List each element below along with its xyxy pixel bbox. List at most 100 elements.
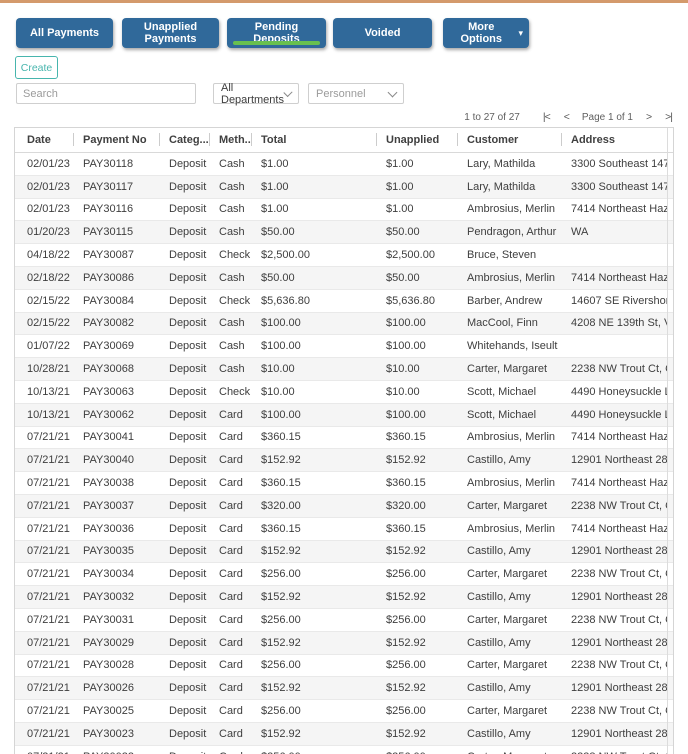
cell-unapplied: $1.00 bbox=[386, 203, 414, 216]
cell-date: 07/21/21 bbox=[27, 727, 70, 740]
tab-more-options[interactable]: More Options ▾ bbox=[443, 18, 529, 48]
cell-total: $152.92 bbox=[261, 545, 301, 558]
cell-unapplied: $152.92 bbox=[386, 545, 426, 558]
table-row[interactable]: 02/15/22 PAY30082 Deposit Cash $100.00 $100.0… bbox=[15, 312, 673, 336]
cell-customer: Castillo, Amy bbox=[467, 682, 531, 695]
table-row[interactable]: 07/21/21PAY30022DepositCard$256.00$256.0… bbox=[15, 746, 673, 754]
cell-category: Deposit bbox=[169, 226, 207, 239]
cell-address: 2238 NW Trout Ct, Ca... bbox=[561, 751, 668, 754]
search-input[interactable] bbox=[16, 83, 196, 104]
column-header-date[interactable]: Date bbox=[15, 128, 73, 152]
table-row[interactable]: 02/01/23 PAY30116 Deposit Cash $1.00 $1.00 Amb… bbox=[15, 199, 673, 222]
tab-all-payments[interactable]: All Payments bbox=[16, 18, 113, 48]
cell-date: 01/20/23 bbox=[27, 226, 70, 239]
cell-unapplied: $2,500.00 bbox=[386, 249, 435, 262]
column-header-method[interactable]: Meth... bbox=[209, 128, 251, 152]
cell-category: Deposit bbox=[169, 591, 207, 604]
previous-page-icon[interactable]: < bbox=[557, 111, 576, 123]
cell-category: Deposit bbox=[169, 568, 207, 581]
column-header-total[interactable]: Total bbox=[251, 128, 376, 152]
cell-address: 2238 NW Trout Ct, Ca... bbox=[571, 363, 668, 376]
cell-category: Deposit bbox=[169, 431, 207, 444]
table-row[interactable]: 07/21/21 PAY30025 Deposit Card $256.00 $256.0… bbox=[15, 700, 673, 723]
table-row[interactable]: 10/28/21 PAY30068 Deposit Cash $10.00 $10.00 C… bbox=[15, 358, 673, 381]
cell-unapplied: $100.00 bbox=[386, 408, 426, 421]
cell-category: Deposit bbox=[169, 203, 207, 216]
department-select[interactable]: All Departments bbox=[213, 82, 299, 106]
table-row[interactable]: 10/13/21 PAY30063 Deposit Check $10.00 $10.00… bbox=[15, 381, 673, 404]
tab-unapplied-payments[interactable]: Unapplied Payments bbox=[122, 18, 219, 48]
cell-date: 10/13/21 bbox=[27, 408, 70, 421]
create-button[interactable]: Create bbox=[15, 56, 58, 79]
next-page-icon[interactable]: > bbox=[639, 111, 658, 123]
last-page-icon[interactable]: >| bbox=[658, 111, 679, 123]
cell-date: 07/21/21 bbox=[27, 659, 70, 672]
tab-voided[interactable]: Voided bbox=[333, 18, 432, 48]
cell-date: 07/21/21 bbox=[27, 568, 70, 581]
cell-address: 12901 Northeast 28th... bbox=[571, 682, 668, 695]
cell-method: Cash bbox=[219, 203, 245, 216]
cell-total: $152.92 bbox=[261, 682, 301, 695]
table-row[interactable]: 02/01/23 PAY30117 Deposit Cash $1.00 $1.00 Lar… bbox=[15, 175, 673, 199]
cell-payment-no: PAY30063 bbox=[83, 385, 134, 398]
table-row[interactable]: 07/21/21 PAY30038 Deposit Card $360.15 $360.1… bbox=[15, 472, 673, 495]
cell-date: 10/13/21 bbox=[27, 385, 70, 398]
cell-payment-no: PAY30029 bbox=[83, 636, 134, 649]
table-row[interactable]: 07/21/21 PAY30028 Deposit Card $256.00 $256.0… bbox=[15, 655, 673, 678]
cell-method: Card bbox=[219, 705, 243, 718]
cell-unapplied: $10.00 bbox=[386, 363, 420, 376]
column-header-customer[interactable]: Customer bbox=[457, 128, 561, 152]
cell-category: Deposit bbox=[169, 249, 207, 262]
cell-customer: Ambrosius, Merlin bbox=[467, 431, 556, 444]
table-row[interactable]: 02/15/22 PAY30084 Deposit Check $5,636.80 $5,… bbox=[15, 290, 673, 313]
table-row[interactable]: 07/21/21 PAY30031 Deposit Card $256.00 $256.0… bbox=[15, 609, 673, 632]
cell-category: Deposit bbox=[169, 659, 207, 672]
table-row[interactable]: 07/21/21 PAY30029 Deposit Card $152.92 $152.9… bbox=[15, 631, 673, 655]
cell-date: 07/21/21 bbox=[27, 636, 70, 649]
table-row[interactable]: 07/21/21 PAY30026 Deposit Card $152.92 $152.9… bbox=[15, 677, 673, 701]
table-row[interactable]: 02/18/22 PAY30086 Deposit Cash $50.00 $50.00 A… bbox=[15, 266, 673, 290]
cell-category: Deposit bbox=[169, 477, 207, 490]
table-row[interactable]: 04/18/22 PAY30087 Deposit Check $2,500.00 $2,… bbox=[15, 244, 673, 267]
column-header-address[interactable]: Address bbox=[561, 128, 668, 152]
table-row[interactable]: 07/21/21 PAY30023 Deposit Card $152.92 $152.9… bbox=[15, 722, 673, 746]
cell-date: 07/21/21 bbox=[27, 705, 70, 718]
cell-method: Cash bbox=[219, 180, 245, 193]
cell-unapplied: $152.92 bbox=[386, 454, 426, 467]
cell-method: Cash bbox=[219, 340, 245, 353]
table-row[interactable]: 07/21/21 PAY30036 Deposit Card $360.15 $360.1… bbox=[15, 518, 673, 541]
column-header-category[interactable]: Categ... bbox=[159, 128, 209, 152]
table-row[interactable]: 02/01/23 PAY30118 Deposit Cash $1.00 $1.00 Lar… bbox=[15, 153, 673, 176]
table-row[interactable]: 07/21/21 PAY30035 Deposit Card $152.92 $152.9… bbox=[15, 540, 673, 564]
cell-method: Cash bbox=[219, 226, 245, 239]
table-row[interactable]: 07/21/21 PAY30040 Deposit Card $152.92 $152.9… bbox=[15, 449, 673, 473]
table-row[interactable]: 07/21/21 PAY30037 Deposit Card $320.00 $320.0… bbox=[15, 494, 673, 518]
cell-address: 2238 NW Trout Ct, Ca... bbox=[571, 499, 668, 512]
table-row[interactable]: 07/21/21 PAY30041 Deposit Card $360.15 $360.1… bbox=[15, 427, 673, 450]
cell-category: Deposit bbox=[169, 294, 207, 307]
cell-total: $360.15 bbox=[261, 477, 301, 490]
cell-method: Cash bbox=[219, 271, 245, 284]
table-row[interactable]: 10/13/21 PAY30062 Deposit Card $100.00 $100.0… bbox=[15, 403, 673, 427]
cell-customer: Carter, Margaret bbox=[467, 613, 548, 626]
first-page-icon[interactable]: |< bbox=[536, 111, 557, 123]
cell-total: $1.00 bbox=[261, 157, 289, 170]
cell-address: 12901 Northeast 28th... bbox=[571, 545, 668, 558]
cell-payment-no: PAY30028 bbox=[83, 659, 134, 672]
cell-payment-no: PAY30116 bbox=[83, 203, 134, 216]
cell-customer: Carter, Margaret bbox=[467, 499, 548, 512]
table-row[interactable]: 07/21/21 PAY30032 Deposit Card $152.92 $152.9… bbox=[15, 586, 673, 609]
cell-address: 7414 Northeast Hazel... bbox=[571, 203, 668, 216]
table-row[interactable]: 01/20/23 PAY30115 Deposit Cash $50.00 $50.00 P… bbox=[15, 221, 673, 245]
column-header-unapplied[interactable]: Unapplied bbox=[376, 128, 457, 152]
cell-payment-no: PAY30068 bbox=[83, 363, 134, 376]
column-header-payment-no[interactable]: Payment No bbox=[73, 128, 159, 152]
cell-category: Deposit bbox=[169, 727, 207, 740]
cell-total: $256.00 bbox=[261, 659, 301, 672]
table-row[interactable]: 01/07/22 PAY30069 Deposit Cash $100.00 $100.0… bbox=[15, 335, 673, 359]
personnel-select[interactable]: Personnel bbox=[308, 83, 404, 104]
cell-customer: Lary, Mathilda bbox=[467, 180, 536, 193]
pagination-bar: 1 to 27 of 27 |< < Page 1 of 1 > >| bbox=[464, 110, 679, 124]
table-row[interactable]: 07/21/21 PAY30034 Deposit Card $256.00 $256.0… bbox=[15, 563, 673, 587]
tab-pending-deposits[interactable]: Pending Deposits bbox=[227, 18, 326, 48]
